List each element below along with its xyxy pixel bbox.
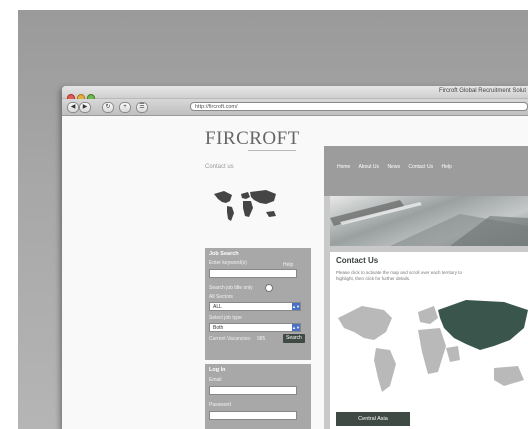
title-only-checkbox[interactable] [265, 284, 273, 292]
search-button[interactable]: Search [283, 334, 305, 343]
page-title: Contact Us [336, 256, 379, 265]
contact-content: Contact Us Please click to activate the … [330, 252, 528, 429]
sector-select-value: ALL [213, 304, 222, 310]
contact-us-link[interactable]: Contact us [205, 164, 234, 170]
forward-button[interactable]: ▶ [79, 102, 91, 113]
map-region-north-america[interactable] [338, 306, 392, 340]
keyword-input[interactable] [209, 269, 297, 278]
chevron-down-icon: ▲▼ [292, 324, 300, 331]
job-search-heading: Job Search [209, 251, 239, 257]
reload-button[interactable]: ↻ [102, 102, 114, 113]
map-region-south-america[interactable] [374, 348, 396, 392]
map-region-africa[interactable] [418, 328, 446, 374]
header-banner-image [330, 196, 528, 246]
current-vacancies-label: Current Vacancies: [209, 336, 252, 342]
map-region-central-asia[interactable] [438, 300, 528, 350]
logo-divider [248, 150, 296, 151]
bookmarks-button[interactable]: ☰ [136, 102, 148, 113]
job-type-select-value: Both [213, 325, 224, 331]
search-title-only-label: Search job title only [209, 285, 253, 291]
world-map-icon[interactable] [334, 288, 528, 408]
sectors-label: All Sectors [209, 294, 233, 300]
address-bar[interactable]: http://fircroft.com/ [190, 102, 528, 111]
main-panel: Home About Us News Contact Us Help Conta… [324, 146, 528, 429]
title-bar: Fircroft Global Recruitment Solut [62, 86, 528, 102]
email-field[interactable] [209, 386, 297, 395]
banner-graphic [330, 200, 528, 246]
help-link[interactable]: Help [283, 262, 293, 268]
sector-select[interactable]: ALL ▲▼ [209, 302, 301, 311]
window-title: Fircroft Global Recruitment Solut [438, 88, 526, 94]
nav-help[interactable]: Help [441, 164, 451, 170]
job-type-select[interactable]: Both ▲▼ [209, 323, 301, 332]
region-button[interactable]: Central Asia [336, 412, 410, 426]
chevron-down-icon: ▲▼ [292, 303, 300, 310]
site-logo[interactable]: FIRCROFT [205, 128, 300, 150]
main-navigation: Home About Us News Contact Us Help [324, 146, 528, 196]
login-panel: Log In Email Password [205, 364, 311, 429]
job-type-label: Select job type [209, 315, 242, 321]
job-search-panel: Job Search Enter keyword(s) Help Search … [205, 248, 311, 360]
browser-toolbar: ◀ ▶ ↻ + ☰ http://fircroft.com/ [62, 99, 528, 116]
nav-home[interactable]: Home [337, 164, 350, 170]
web-page: FIRCROFT Contact us Job Search Enter key… [62, 116, 528, 429]
current-vacancies-count: 985 [257, 336, 266, 342]
map-region-australia[interactable] [494, 366, 524, 386]
add-bookmark-button[interactable]: + [119, 102, 131, 113]
contact-description: Please click to activate the map and scr… [336, 270, 463, 281]
nav-about-us[interactable]: About Us [358, 164, 379, 170]
password-field[interactable] [209, 411, 297, 420]
browser-window: Fircroft Global Recruitment Solut ◀ ▶ ↻ … [62, 86, 528, 429]
map-region-middle-east[interactable] [446, 346, 460, 362]
nav-contact-us[interactable]: Contact Us [408, 164, 433, 170]
login-heading: Log In [209, 367, 226, 373]
nav-news[interactable]: News [387, 164, 400, 170]
world-map-icon[interactable] [210, 186, 282, 226]
email-label: Email [209, 377, 222, 383]
password-label: Password [209, 402, 231, 408]
back-button[interactable]: ◀ [67, 102, 79, 113]
keywords-label: Enter keyword(s) [209, 260, 247, 266]
map-region-europe[interactable] [418, 306, 438, 324]
